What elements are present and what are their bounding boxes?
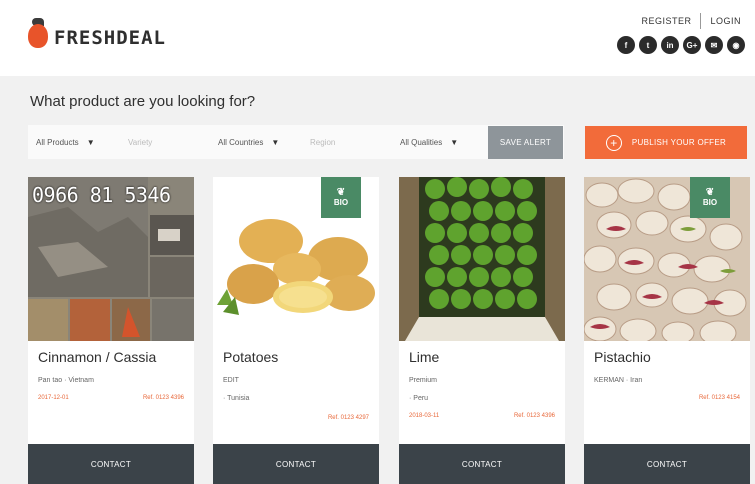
social-links: f t in G+ ✉ ◉: [617, 36, 745, 54]
filter-bar: All Products ▼ Variety All Countries ▼ R…: [28, 125, 564, 159]
chevron-down-icon: ▼: [271, 137, 280, 147]
quality-select[interactable]: All Qualities ▼: [400, 125, 458, 159]
contact-button[interactable]: CONTACT: [28, 444, 194, 484]
auth-links: REGISTER LOGIN: [641, 13, 741, 29]
sprout-icon: ❦: [705, 187, 715, 198]
product-select-value: All Products: [36, 137, 79, 147]
email-icon[interactable]: ✉: [705, 36, 723, 54]
product-card[interactable]: Lime Premium · Peru 2018-03-11 Ref. 0123…: [399, 177, 565, 484]
region-input[interactable]: Region: [310, 125, 390, 159]
logo-fruit-icon: [28, 18, 48, 50]
search-heading: What product are you looking for?: [30, 93, 256, 110]
product-ref: Ref. 0123 4396: [142, 395, 184, 401]
product-name: Cinnamon / Cassia: [38, 349, 157, 365]
product-origin: · Peru: [409, 395, 429, 402]
linkedin-icon[interactable]: in: [661, 36, 679, 54]
variety-input[interactable]: Variety: [128, 125, 208, 159]
brand-logo[interactable]: FRESHDEAL: [28, 18, 166, 50]
contact-button[interactable]: CONTACT: [213, 444, 379, 484]
product-origin: Pan tao · Vietnam: [38, 377, 94, 384]
product-image: ❦ BIO: [584, 177, 750, 341]
product-quality: Premium: [409, 377, 438, 384]
facebook-icon[interactable]: f: [617, 36, 635, 54]
quality-select-value: All Qualities: [400, 137, 443, 147]
chevron-down-icon: ▼: [86, 137, 95, 147]
bio-badge-label: BIO: [702, 198, 718, 207]
plus-circle-icon: +: [605, 134, 622, 151]
contact-button[interactable]: CONTACT: [399, 444, 565, 484]
product-image: [399, 177, 565, 341]
product-origin: KERMAN · Iran: [594, 377, 643, 384]
site-header: FRESHDEAL REGISTER LOGIN f t in G+ ✉ ◉: [0, 0, 755, 76]
product-ref: Ref. 0123 4396: [513, 413, 555, 419]
country-select-value: All Countries: [218, 137, 264, 147]
sprout-icon: ❦: [336, 187, 346, 198]
login-link[interactable]: LOGIN: [710, 16, 741, 26]
bio-badge: ❦ BIO: [690, 177, 730, 218]
bio-badge-label: BIO: [333, 198, 349, 207]
googleplus-icon[interactable]: G+: [683, 36, 701, 54]
product-card[interactable]: ❦ BIO Potatoes EDIT · Tunisia Ref. 0123 …: [213, 177, 379, 484]
product-image: ❦ BIO: [213, 177, 379, 341]
publish-offer-label: PUBLISH YOUR OFFER: [631, 138, 727, 147]
product-card[interactable]: 0966 81 5346 Cinnamon / Cassia Pan tao ·…: [28, 177, 194, 484]
product-date: 2017-12-01: [38, 395, 69, 401]
product-origin: · Tunisia: [223, 395, 250, 402]
product-select[interactable]: All Products ▼: [36, 125, 95, 159]
contact-button[interactable]: CONTACT: [584, 444, 750, 484]
save-alert-button[interactable]: SAVE ALERT: [488, 126, 563, 159]
product-name: Potatoes: [223, 349, 279, 365]
phone-overlay: 0966 81 5346: [32, 183, 171, 207]
register-link[interactable]: REGISTER: [641, 16, 691, 26]
product-name: Pistachio: [594, 349, 651, 365]
product-card[interactable]: ❦ BIO Pistachio KERMAN · Iran Ref. 0123 …: [584, 177, 750, 484]
rss-icon[interactable]: ◉: [727, 36, 745, 54]
product-variety: EDIT: [223, 377, 239, 384]
bio-badge: ❦ BIO: [321, 177, 361, 218]
product-date: 2018-03-11: [409, 413, 440, 419]
product-name: Lime: [409, 349, 440, 365]
publish-offer-button[interactable]: + PUBLISH YOUR OFFER: [585, 126, 747, 159]
chevron-down-icon: ▼: [450, 137, 459, 147]
twitter-icon[interactable]: t: [639, 36, 657, 54]
product-ref: Ref. 0123 4297: [327, 415, 369, 421]
product-ref: Ref. 0123 4154: [698, 395, 740, 401]
auth-divider: [700, 13, 702, 29]
country-select[interactable]: All Countries ▼: [218, 125, 279, 159]
brand-name: FRESHDEAL: [54, 27, 166, 49]
product-image: 0966 81 5346: [28, 177, 194, 341]
